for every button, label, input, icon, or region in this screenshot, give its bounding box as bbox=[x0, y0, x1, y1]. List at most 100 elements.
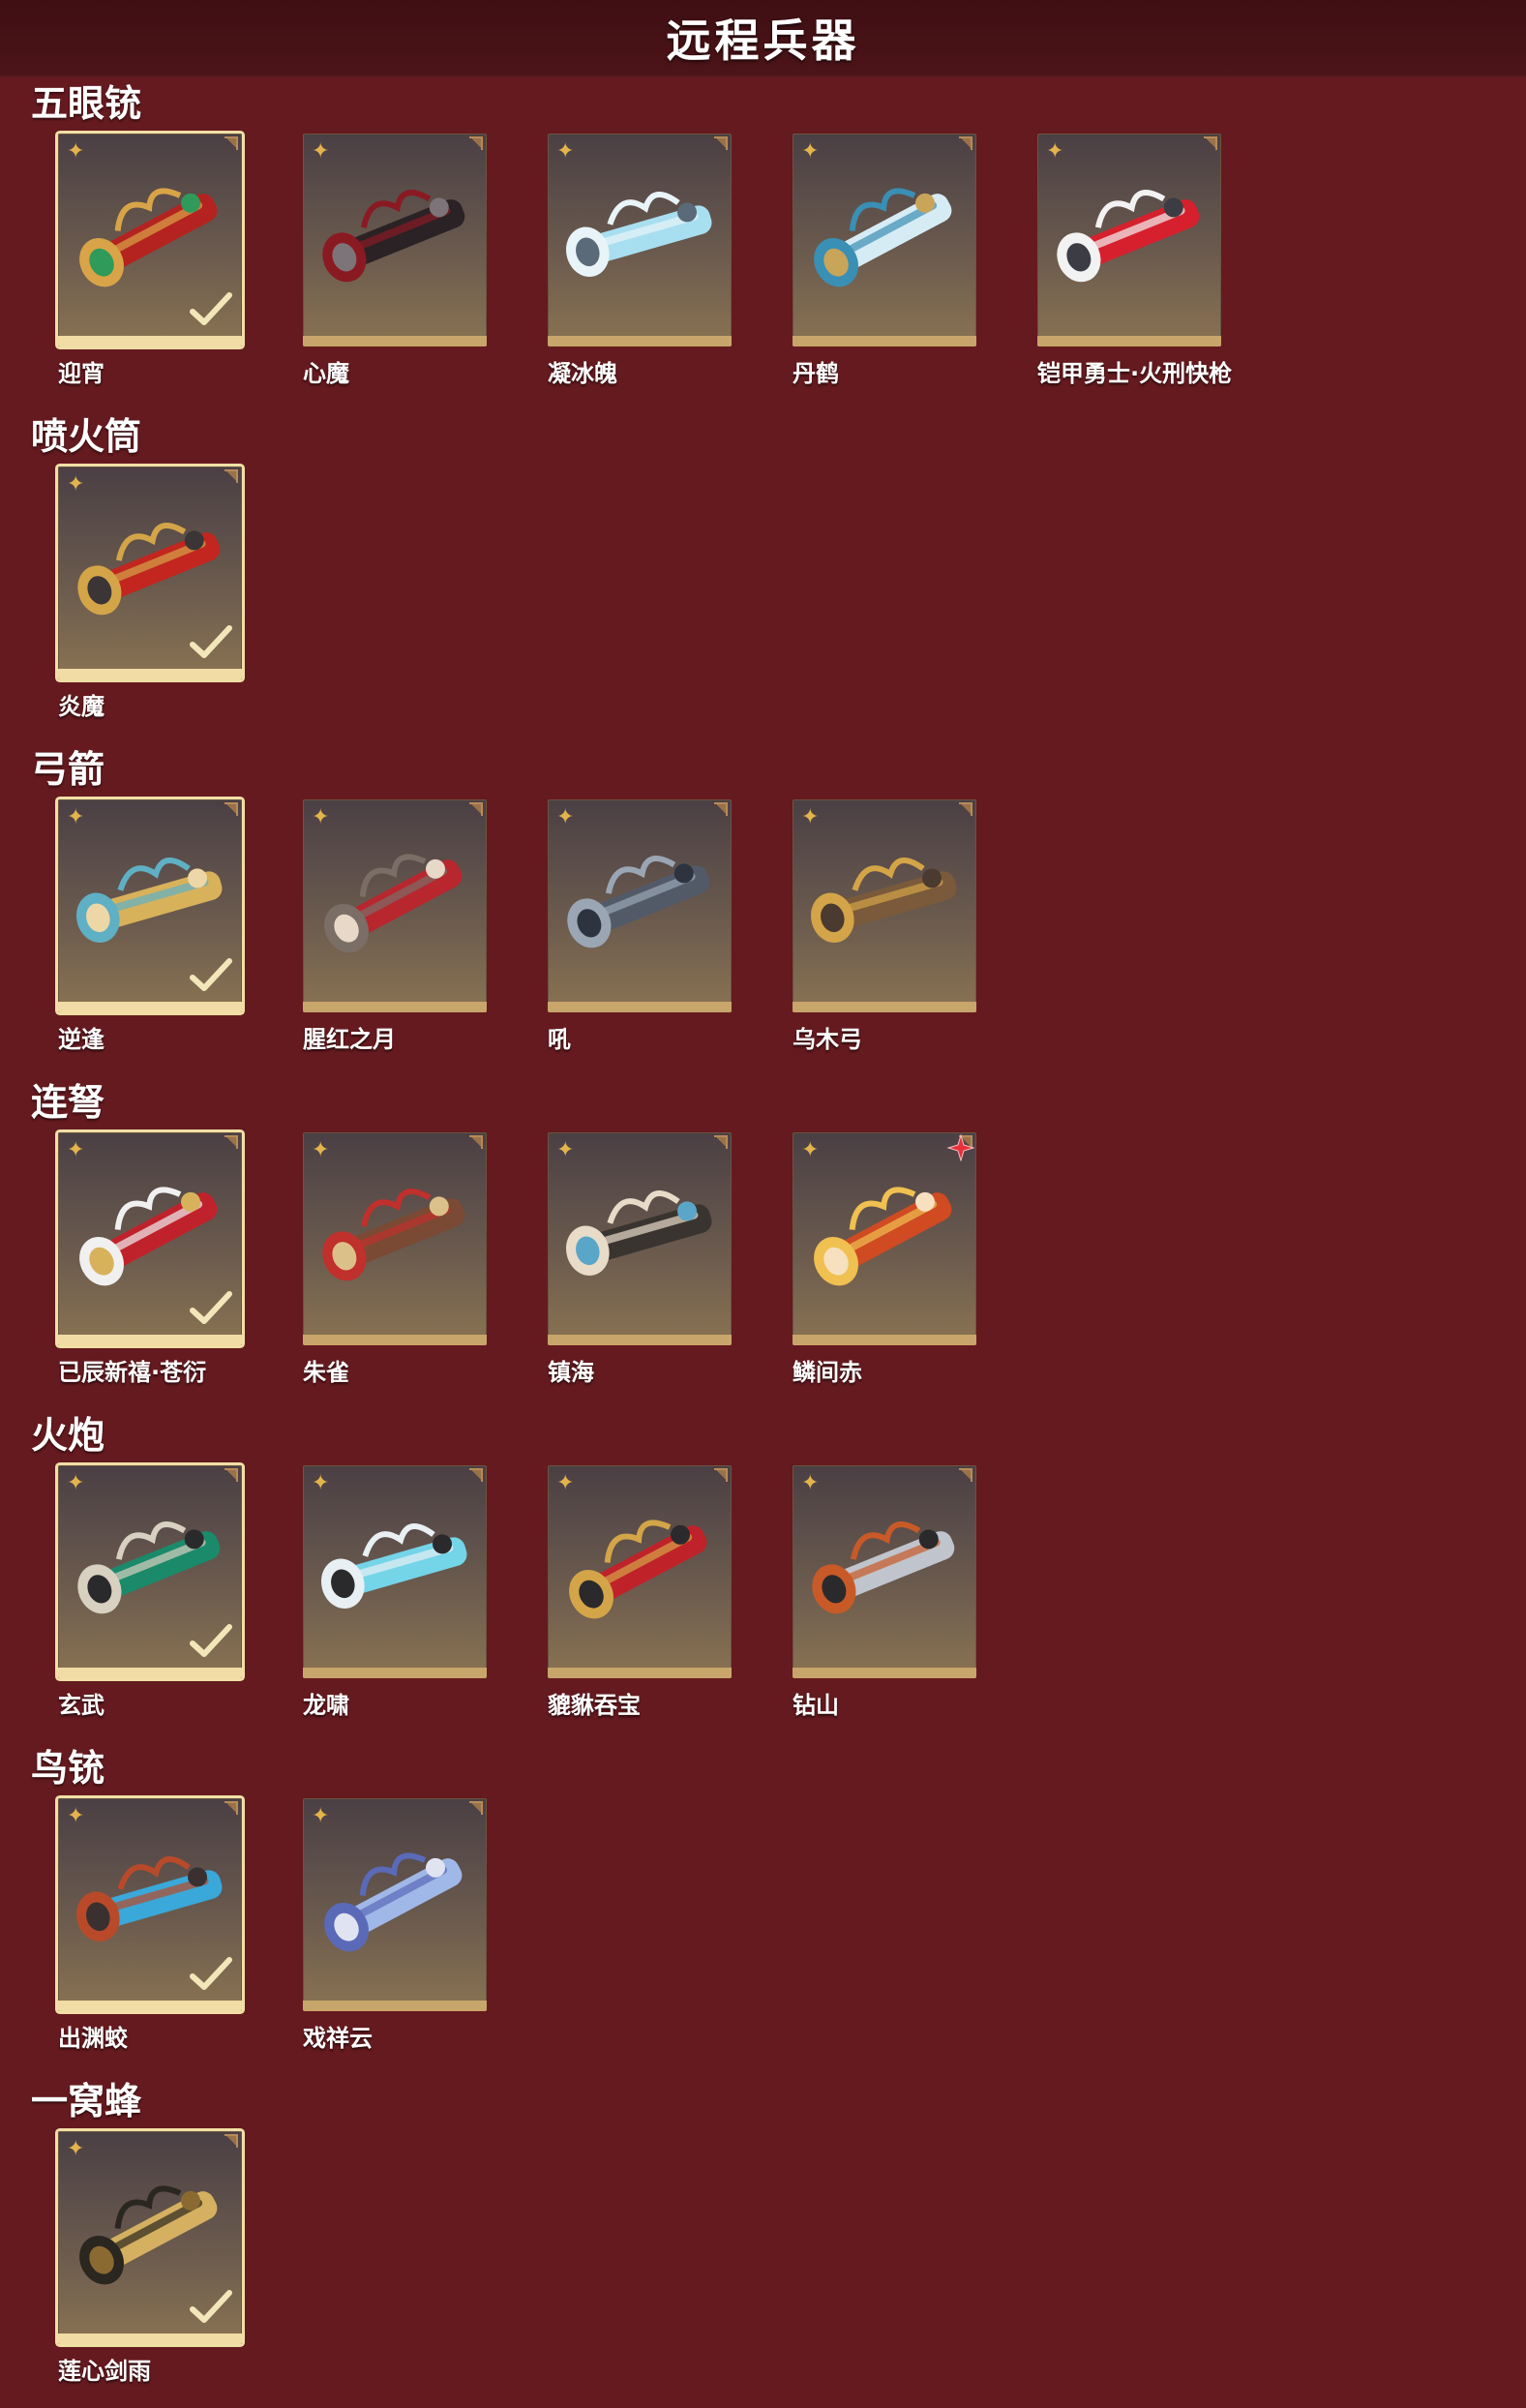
weapon-card[interactable]: ✦ bbox=[58, 799, 242, 1012]
corner-mark-icon bbox=[469, 136, 483, 150]
weapon-card[interactable]: ✦ bbox=[58, 134, 242, 346]
weapon-card[interactable]: ✦ bbox=[1037, 134, 1221, 346]
weapon-item[interactable]: ✦ 龙啸 bbox=[303, 1465, 525, 1719]
rarity-star-icon: ✦ bbox=[801, 805, 820, 829]
weapon-name: 腥红之月 bbox=[303, 1026, 396, 1053]
rarity-star-icon: ✦ bbox=[67, 472, 85, 497]
card-base-strip bbox=[303, 1668, 487, 1678]
weapon-card[interactable]: ✦ bbox=[58, 1465, 242, 1678]
weapon-art bbox=[814, 1187, 952, 1286]
weapon-item[interactable]: ✦ 吼 bbox=[548, 799, 770, 1053]
weapon-card[interactable]: ✦ bbox=[303, 134, 487, 346]
rarity-star-icon: ✦ bbox=[312, 1138, 330, 1162]
weapon-name: 戏祥云 bbox=[303, 2025, 373, 2052]
corner-mark-icon bbox=[224, 2134, 238, 2148]
weapon-name: 心魔 bbox=[303, 360, 349, 387]
section-title: 弓箭 bbox=[31, 748, 105, 791]
section-title: 五眼铳 bbox=[31, 82, 142, 125]
weapon-card[interactable]: ✦ bbox=[58, 2131, 242, 2344]
rarity-star-icon: ✦ bbox=[312, 1804, 330, 1828]
card-base-strip bbox=[58, 2001, 242, 2011]
weapon-art bbox=[322, 190, 465, 283]
check-icon bbox=[190, 958, 232, 991]
rarity-star-icon: ✦ bbox=[556, 1471, 575, 1495]
check-icon bbox=[190, 2290, 232, 2323]
weapon-item[interactable]: ✦ 心魔 bbox=[303, 134, 525, 387]
weapon-card[interactable]: ✦ bbox=[303, 799, 487, 1012]
weapon-item[interactable]: ✦ 戏祥云 bbox=[303, 1798, 525, 2052]
weapon-card[interactable]: ✦ bbox=[548, 1465, 732, 1678]
rarity-star-icon: ✦ bbox=[67, 1471, 85, 1495]
weapon-name: 莲心剑雨 bbox=[58, 2358, 151, 2385]
weapon-item[interactable]: ✦ 鳞间赤 bbox=[793, 1132, 1015, 1386]
corner-mark-icon bbox=[224, 136, 238, 150]
weapon-card[interactable]: ✦ bbox=[303, 1132, 487, 1345]
weapon-item[interactable]: ✦ 出渊蛟 bbox=[58, 1798, 281, 2052]
card-base-strip bbox=[793, 336, 976, 346]
weapon-card[interactable]: ✦ bbox=[303, 1798, 487, 2011]
weapon-item[interactable]: ✦ 貔貅吞宝 bbox=[548, 1465, 770, 1719]
corner-mark-icon bbox=[224, 1801, 238, 1815]
weapon-item[interactable]: ✦ 迎宵 bbox=[58, 134, 281, 387]
check-icon bbox=[190, 1957, 232, 1990]
weapon-art bbox=[324, 1852, 463, 1952]
weapon-item[interactable]: ✦ 镇海 bbox=[548, 1132, 770, 1386]
weapon-card[interactable]: ✦ bbox=[548, 134, 732, 346]
card-base-strip bbox=[303, 336, 487, 346]
weapon-card[interactable]: ✦ bbox=[548, 799, 732, 1012]
card-base-strip bbox=[303, 1002, 487, 1012]
weapon-art bbox=[567, 856, 710, 948]
weapon-art bbox=[322, 1189, 465, 1281]
weapon-item[interactable]: ✦ 炎魔 bbox=[58, 467, 281, 720]
weapon-item[interactable]: ✦ 乌木弓 bbox=[793, 799, 1015, 1053]
weapon-item[interactable]: ✦ 已辰新禧·苍衍 bbox=[58, 1132, 281, 1386]
card-base-strip bbox=[58, 2333, 242, 2344]
weapon-name: 乌木弓 bbox=[793, 1026, 862, 1053]
weapon-art bbox=[814, 188, 952, 287]
weapon-card[interactable]: ✦ bbox=[58, 1132, 242, 1345]
weapon-item[interactable]: ✦ 丹鹤 bbox=[793, 134, 1015, 387]
section-title: 喷火筒 bbox=[31, 415, 142, 458]
weapon-card[interactable]: ✦ bbox=[58, 467, 242, 679]
weapon-name: 钻山 bbox=[793, 1692, 839, 1719]
weapon-item[interactable]: ✦ 腥红之月 bbox=[303, 799, 525, 1053]
rarity-star-icon: ✦ bbox=[312, 1471, 330, 1495]
weapon-name: 凝冰魄 bbox=[548, 360, 617, 387]
weapon-card[interactable]: ✦ bbox=[303, 1465, 487, 1678]
card-base-strip bbox=[58, 1668, 242, 1678]
card-base-strip bbox=[58, 669, 242, 679]
corner-mark-icon bbox=[224, 1135, 238, 1149]
weapon-card[interactable]: ✦ bbox=[793, 1465, 976, 1678]
weapon-name: 貔貅吞宝 bbox=[548, 1692, 641, 1719]
weapon-item[interactable]: ✦ 逆逢 bbox=[58, 799, 281, 1053]
section-title: 火炮 bbox=[31, 1414, 105, 1457]
rarity-star-icon: ✦ bbox=[67, 1138, 85, 1162]
weapon-item[interactable]: ✦ 凝冰魄 bbox=[548, 134, 770, 387]
weapon-card[interactable]: ✦ bbox=[793, 1132, 976, 1345]
weapon-item[interactable]: ✦ 玄武 bbox=[58, 1465, 281, 1719]
weapon-name: 玄武 bbox=[58, 1692, 105, 1719]
corner-mark-icon bbox=[1204, 136, 1217, 150]
rarity-star-icon: ✦ bbox=[556, 1138, 575, 1162]
section-title: 鸟铳 bbox=[31, 1747, 105, 1790]
weapon-card[interactable]: ✦ bbox=[793, 134, 976, 346]
card-base-strip bbox=[548, 336, 732, 346]
weapon-item[interactable]: ✦ 铠甲勇士·火刑快枪 bbox=[1037, 134, 1260, 387]
weapon-art bbox=[320, 1523, 467, 1609]
card-base-strip bbox=[548, 1335, 732, 1345]
card-base-strip bbox=[548, 1668, 732, 1678]
weapon-card[interactable]: ✦ bbox=[548, 1132, 732, 1345]
weapon-name: 迎宵 bbox=[58, 360, 105, 387]
weapon-item[interactable]: ✦ 莲心剑雨 bbox=[58, 2131, 281, 2385]
weapon-item[interactable]: ✦ 钻山 bbox=[793, 1465, 1015, 1719]
page-header: 远程兵器 bbox=[0, 0, 1526, 77]
weapon-item[interactable]: ✦ 朱雀 bbox=[303, 1132, 525, 1386]
page-title: 远程兵器 bbox=[666, 15, 860, 67]
rarity-star-icon: ✦ bbox=[67, 1804, 85, 1828]
card-base-strip bbox=[58, 1335, 242, 1345]
card-base-strip bbox=[1037, 336, 1221, 346]
rarity-star-icon: ✦ bbox=[312, 139, 330, 164]
weapon-name: 镇海 bbox=[548, 1359, 594, 1386]
weapon-card[interactable]: ✦ bbox=[793, 799, 976, 1012]
weapon-card[interactable]: ✦ bbox=[58, 1798, 242, 2011]
